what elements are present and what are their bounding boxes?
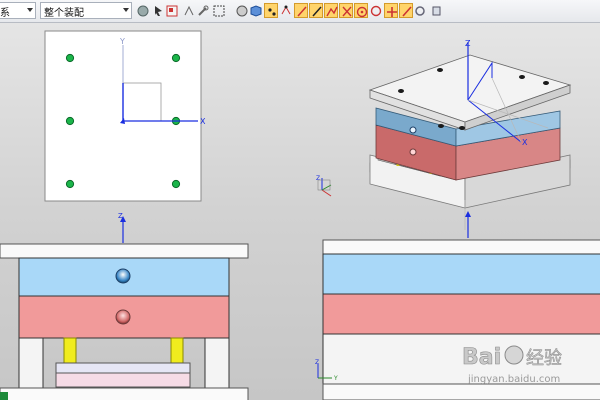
graphics-viewport[interactable]: Y X Z X Z Z Z Y Bai 经验 jingyan.baidu.com xyxy=(0,23,600,400)
top-view-x-axis-label: X xyxy=(200,117,206,126)
toolbar: 系 整个装配 xyxy=(0,0,600,23)
side-clamp-plate xyxy=(322,239,600,255)
front-view xyxy=(0,216,249,400)
chevron-down-icon xyxy=(27,8,33,12)
side-z-axis-label: Z xyxy=(315,359,319,366)
triad-z-label: Z xyxy=(316,175,320,182)
top-view-y-axis-label: Y xyxy=(119,37,125,46)
wrench-icon[interactable] xyxy=(196,3,210,18)
cube-icon[interactable] xyxy=(249,3,263,18)
assembly-scope-combo[interactable]: 整个装配 xyxy=(40,2,132,19)
iso-x-axis-label: X xyxy=(522,138,528,147)
curve-icon[interactable] xyxy=(309,3,323,18)
slash-icon[interactable] xyxy=(399,3,413,18)
sphere-icon[interactable] xyxy=(235,3,249,18)
arrow-icon[interactable] xyxy=(182,3,196,18)
iso-top-plate xyxy=(368,54,572,123)
chevron-down-icon xyxy=(123,8,129,12)
selection-filter-combo[interactable]: 系 xyxy=(0,2,36,19)
hole-middle-left xyxy=(65,116,75,126)
palette-icon[interactable] xyxy=(136,3,150,18)
front-z-axis-label: Z xyxy=(118,212,123,220)
side-red-plate xyxy=(322,293,600,335)
watermark-brand2: 经验 xyxy=(526,348,562,369)
iso-z-axis-label: Z xyxy=(465,39,471,48)
side-y-axis-label: Y xyxy=(333,375,338,382)
point-icon[interactable] xyxy=(264,3,278,18)
watermark-url: jingyan.baidu.com xyxy=(467,374,560,385)
paw-icon xyxy=(504,345,524,365)
crosshair-icon[interactable] xyxy=(369,3,383,18)
hole-bottom-left xyxy=(65,179,75,189)
select-icon[interactable] xyxy=(152,3,166,18)
face-icon[interactable] xyxy=(324,3,338,18)
watermark-brand: Bai xyxy=(462,345,501,370)
assembly-scope-value: 整个装配 xyxy=(44,8,84,19)
hole-top-right xyxy=(171,53,181,63)
center-icon[interactable] xyxy=(354,3,368,18)
top-view xyxy=(44,30,202,202)
line-icon[interactable] xyxy=(294,3,308,18)
side-blue-plate xyxy=(322,253,600,295)
plus-icon[interactable] xyxy=(384,3,398,18)
settings-icon[interactable] xyxy=(413,3,427,18)
box-select-icon[interactable] xyxy=(212,3,226,18)
front-clamp-plate xyxy=(0,243,249,259)
isometric-view xyxy=(368,42,572,230)
snap-icon[interactable] xyxy=(165,3,179,18)
intersect-icon[interactable] xyxy=(339,3,353,18)
vertex-icon[interactable] xyxy=(279,3,293,18)
baidu-watermark: Bai 经验 jingyan.baidu.com xyxy=(462,330,592,390)
hole-bottom-right xyxy=(171,179,181,189)
front-base-plate xyxy=(0,387,249,400)
status-indicator xyxy=(0,392,8,400)
selection-filter-value: 系 xyxy=(0,8,10,19)
hole-top-left xyxy=(65,53,75,63)
layer-icon[interactable] xyxy=(430,3,444,18)
